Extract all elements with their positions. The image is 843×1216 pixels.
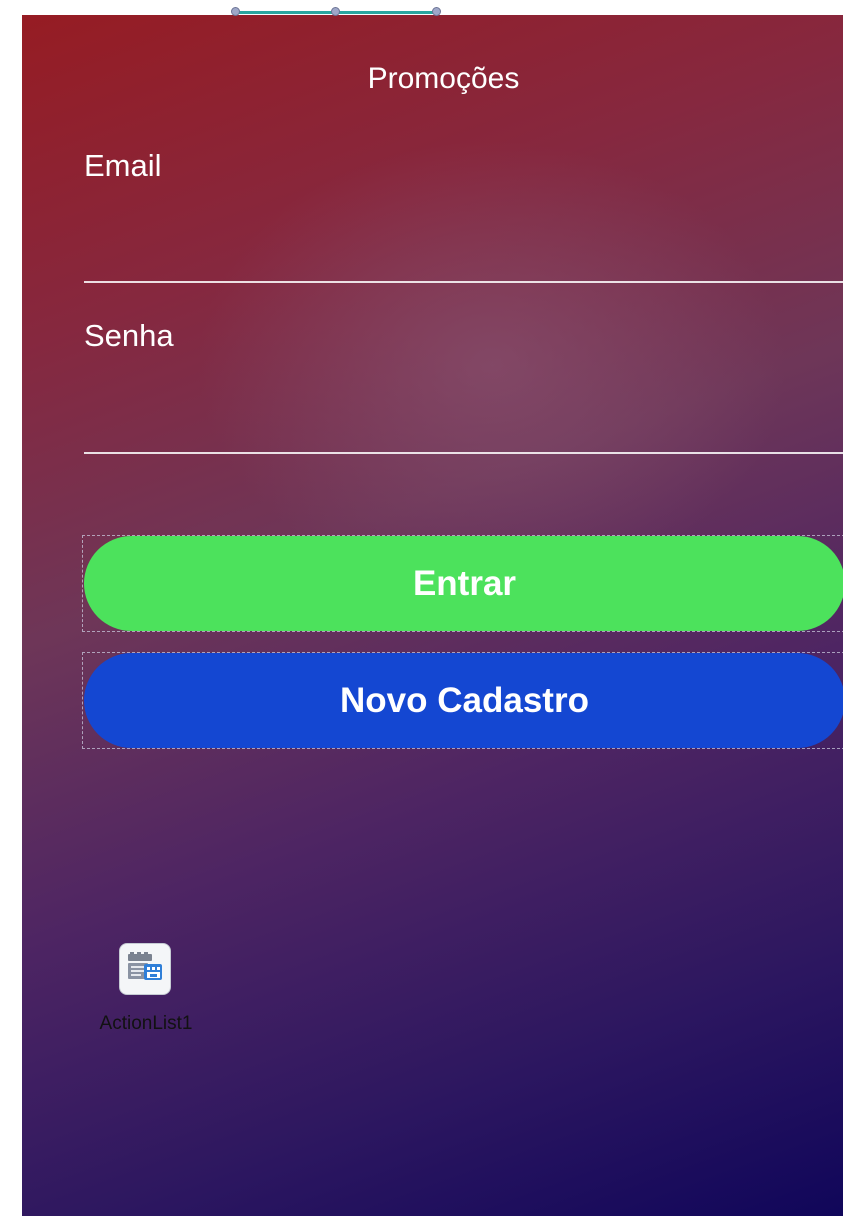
senha-label: Senha — [84, 318, 174, 353]
form-designer-canvas: Promoções Email Senha Entrar Novo Cadast… — [0, 0, 843, 1216]
page-title: Promoções — [367, 62, 520, 95]
resize-handle-left[interactable] — [231, 7, 240, 16]
action-list-icon-graphic — [128, 952, 162, 980]
email-label: Email — [84, 148, 162, 183]
email-field[interactable] — [84, 239, 843, 283]
password-field[interactable] — [84, 410, 843, 454]
resize-handle-center[interactable] — [331, 7, 340, 16]
resize-handle-right[interactable] — [432, 7, 441, 16]
action-list-label: ActionList1 — [99, 1013, 193, 1034]
form-surface[interactable]: Promoções Email Senha Entrar Novo Cadast… — [22, 15, 843, 1216]
action-list-icon[interactable] — [119, 943, 171, 995]
entrar-button-label: Entrar — [412, 563, 517, 603]
novo-cadastro-button-label: Novo Cadastro — [340, 680, 589, 720]
novo-cadastro-button[interactable]: Novo Cadastro — [84, 653, 843, 748]
entrar-button[interactable]: Entrar — [84, 536, 843, 631]
